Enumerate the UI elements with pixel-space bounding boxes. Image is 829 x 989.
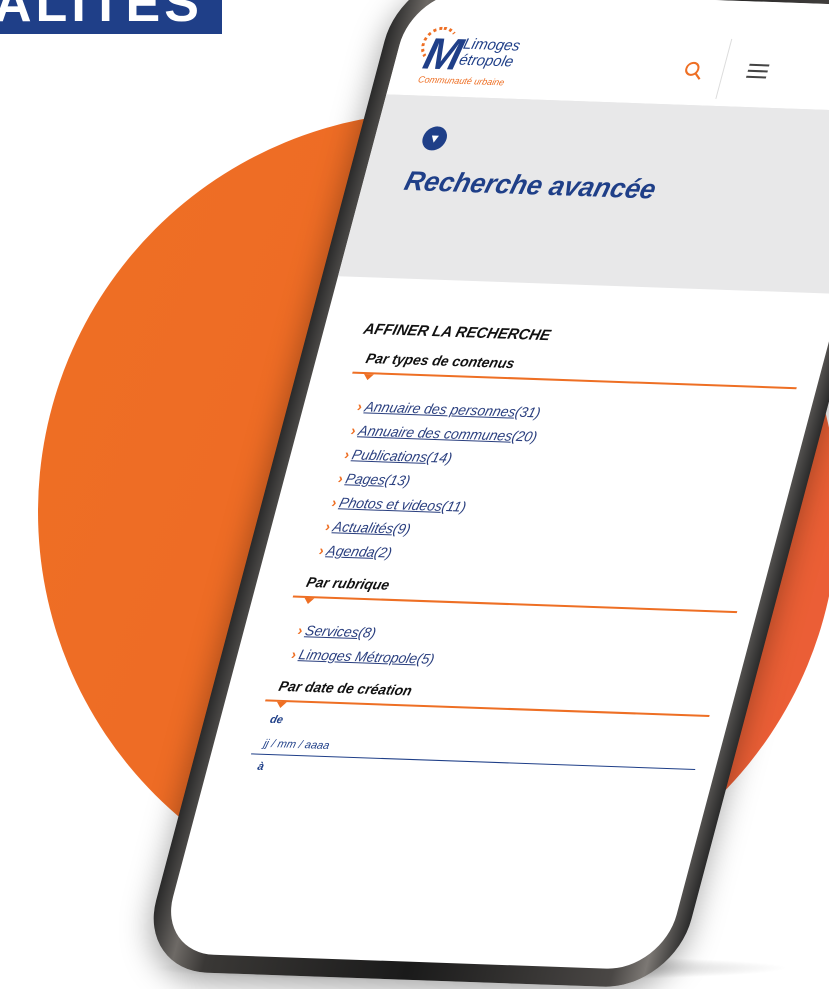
filter-item-label[interactable]: Annuaire des personnes [363, 398, 518, 419]
filter-group-types: Par types de contenus ›Annuaire des pers… [303, 350, 802, 574]
filter-group-rubrique: Par rubrique ›Services(8) ›Limoges Métro… [276, 573, 743, 677]
filter-item-count: (13) [383, 471, 413, 489]
rubrique-list: ›Services(8) ›Limoges Métropole(5) [276, 621, 731, 677]
page-hero: ▼ Recherche avancée [337, 94, 829, 294]
search-button[interactable] [680, 60, 708, 83]
filter-item-count: (11) [440, 497, 469, 515]
filter-item-count: (5) [415, 650, 437, 667]
banner-text: ALITES [0, 0, 203, 33]
filter-item-count: (31) [513, 403, 543, 421]
filter-item-count: (2) [372, 543, 394, 561]
filter-icon[interactable]: ▼ [419, 126, 450, 151]
group-title-rubrique: Par rubrique [304, 573, 392, 593]
logo-subtitle: Communauté urbaine [417, 74, 506, 88]
group-title-date: Par date de création [277, 677, 414, 699]
filter-item-label[interactable]: Agenda [325, 542, 377, 560]
filter-item-count: (14) [425, 448, 455, 466]
promo-banner: ALITES [0, 0, 222, 34]
hamburger-menu-icon [745, 63, 770, 79]
filter-item-label[interactable]: Annuaire des communes [357, 422, 515, 443]
filter-item-label[interactable]: Limoges Métropole [297, 646, 419, 666]
filter-item-label[interactable]: Photos et videos [338, 494, 445, 514]
filter-item-label[interactable]: Actualités [331, 518, 395, 536]
refine-heading: AFFINER LA RECHERCHE [361, 320, 553, 345]
search-icon [685, 61, 701, 80]
filter-group-date: Par date de création de jj / mm / aaaa à [246, 677, 715, 788]
filter-item-label[interactable]: Pages [344, 470, 388, 487]
header-divider [715, 38, 733, 99]
filter-item-count: (8) [356, 624, 378, 641]
date-from-label: de [268, 713, 285, 727]
page-title: Recherche avancée [401, 165, 660, 205]
filter-item-label[interactable]: Publications [350, 446, 429, 465]
filter-item-count: (9) [391, 520, 413, 537]
refine-panel: AFFINER LA RECHERCHE Par types de conten… [242, 321, 810, 804]
menu-button[interactable] [745, 63, 770, 81]
group-title-types: Par types de contenus [364, 349, 517, 372]
filter-item-label[interactable]: Services [304, 622, 361, 640]
types-list: ›Annuaire des personnes(31) ›Annuaire de… [303, 398, 790, 574]
logo-line2: étropole [457, 51, 516, 71]
filter-item-count: (20) [510, 427, 540, 445]
